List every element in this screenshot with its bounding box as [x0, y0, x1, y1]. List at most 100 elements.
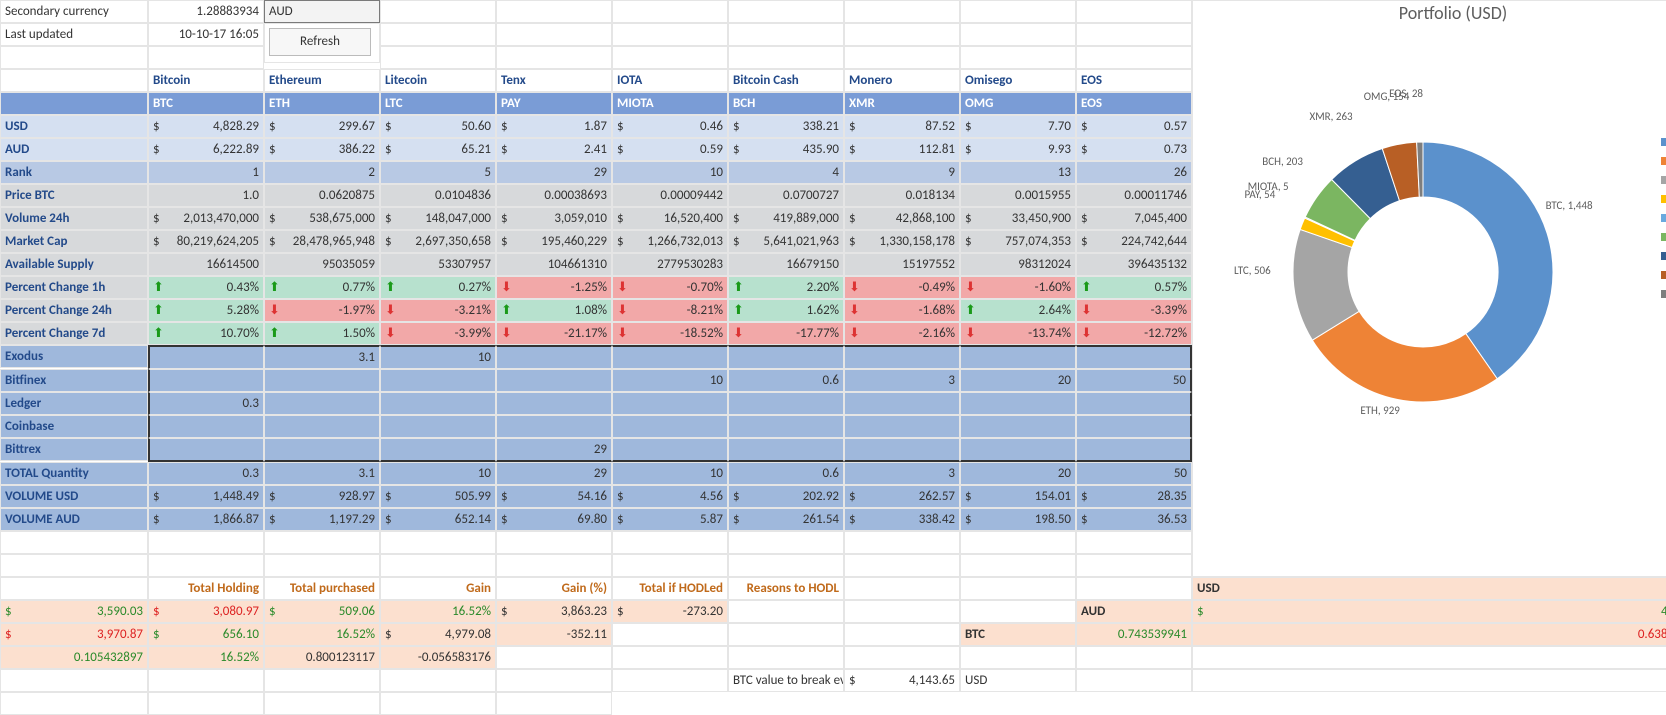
cell-pc24h-BCH[interactable]: ⬆1.62% — [728, 299, 844, 322]
cell-usd-PAY[interactable]: $1.87 — [496, 115, 612, 138]
cell-vol24-OMG[interactable]: $33,450,900 — [960, 207, 1076, 230]
cell-coinbase-MIOTA[interactable] — [612, 415, 728, 438]
cell-mcap-EOS[interactable]: $224,742,644 — [1076, 230, 1192, 253]
cell-aud-LTC[interactable]: $65.21 — [380, 138, 496, 161]
cell-pc1h-ETH[interactable]: ⬆0.77% — [264, 276, 380, 299]
cell-exodus-BCH[interactable] — [728, 345, 844, 369]
cell-supply-XMR[interactable]: 15197552 — [844, 253, 960, 276]
cell-aud-EOS[interactable]: $0.73 — [1076, 138, 1192, 161]
cell-coinbase-BCH[interactable] — [728, 415, 844, 438]
cell-totqty-XMR[interactable]: 3 — [844, 462, 960, 485]
cell-supply-ETH[interactable]: 95035059 — [264, 253, 380, 276]
cell-mcap-LTC[interactable]: $2,697,350,658 — [380, 230, 496, 253]
cell-bitfinex-OMG[interactable]: 20 — [960, 369, 1076, 392]
cell-pc24h-XMR[interactable]: ⬇-1.68% — [844, 299, 960, 322]
cell-vol24-EOS[interactable]: $7,045,400 — [1076, 207, 1192, 230]
cell-usd-OMG[interactable]: $7.70 — [960, 115, 1076, 138]
cell-supply-OMG[interactable]: 98312024 — [960, 253, 1076, 276]
cell-pc1h-BCH[interactable]: ⬆2.20% — [728, 276, 844, 299]
cell-ledger-ETH[interactable] — [264, 392, 380, 415]
cell-pc7d-BCH[interactable]: ⬇-17.77% — [728, 322, 844, 345]
cell-price_btc-PAY[interactable]: 0.00038693 — [496, 184, 612, 207]
cell-coinbase-EOS[interactable] — [1076, 415, 1192, 438]
cell-volaud-XMR[interactable]: $338.42 — [844, 508, 960, 531]
cell-pc1h-BTC[interactable]: ⬆0.43% — [148, 276, 264, 299]
cell-volusd-BTC[interactable]: $1,448.49 — [148, 485, 264, 508]
cell-price_btc-OMG[interactable]: 0.0015955 — [960, 184, 1076, 207]
cell-pc24h-PAY[interactable]: ⬆1.08% — [496, 299, 612, 322]
secondary-currency-value[interactable]: 1.28883934 — [148, 0, 264, 23]
cell-bittrex-OMG[interactable] — [960, 438, 1076, 462]
cell-vol24-BTC[interactable]: $2,013,470,000 — [148, 207, 264, 230]
cell-bittrex-ETH[interactable] — [264, 438, 380, 462]
cell-pc24h-BTC[interactable]: ⬆5.28% — [148, 299, 264, 322]
cell-aud-BCH[interactable]: $435.90 — [728, 138, 844, 161]
cell-bitfinex-ETH[interactable] — [264, 369, 380, 392]
cell-vol24-LTC[interactable]: $148,047,000 — [380, 207, 496, 230]
cell-bittrex-XMR[interactable] — [844, 438, 960, 462]
cell-pc7d-LTC[interactable]: ⬇-3.99% — [380, 322, 496, 345]
cell-volusd-EOS[interactable]: $28.35 — [1076, 485, 1192, 508]
cell-coinbase-XMR[interactable] — [844, 415, 960, 438]
cell-pc1h-MIOTA[interactable]: ⬇-0.70% — [612, 276, 728, 299]
cell-mcap-MIOTA[interactable]: $1,266,732,013 — [612, 230, 728, 253]
cell-coinbase-LTC[interactable] — [380, 415, 496, 438]
cell-volaud-OMG[interactable]: $198.50 — [960, 508, 1076, 531]
cell-pc1h-XMR[interactable]: ⬇-0.49% — [844, 276, 960, 299]
cell-coinbase-OMG[interactable] — [960, 415, 1076, 438]
cell-price_btc-LTC[interactable]: 0.0104836 — [380, 184, 496, 207]
cell-vol24-MIOTA[interactable]: $16,520,400 — [612, 207, 728, 230]
refresh-button[interactable]: Refresh — [269, 28, 371, 56]
cell-mcap-BTC[interactable]: $80,219,624,205 — [148, 230, 264, 253]
cell-volaud-MIOTA[interactable]: $5.87 — [612, 508, 728, 531]
cell-pc7d-XMR[interactable]: ⬇-2.16% — [844, 322, 960, 345]
cell-coinbase-ETH[interactable] — [264, 415, 380, 438]
cell-mcap-ETH[interactable]: $28,478,965,948 — [264, 230, 380, 253]
cell-rank-PAY[interactable]: 29 — [496, 161, 612, 184]
cell-volusd-MIOTA[interactable]: $4.56 — [612, 485, 728, 508]
cell-rank-XMR[interactable]: 9 — [844, 161, 960, 184]
cell-bitfinex-LTC[interactable] — [380, 369, 496, 392]
cell-volusd-PAY[interactable]: $54.16 — [496, 485, 612, 508]
cell-usd-ETH[interactable]: $299.67 — [264, 115, 380, 138]
cell-vol24-ETH[interactable]: $538,675,000 — [264, 207, 380, 230]
cell-totqty-LTC[interactable]: 10 — [380, 462, 496, 485]
cell-pc1h-LTC[interactable]: ⬆0.27% — [380, 276, 496, 299]
cell-supply-EOS[interactable]: 396435132 — [1076, 253, 1192, 276]
cell-mcap-XMR[interactable]: $1,330,158,178 — [844, 230, 960, 253]
cell-bittrex-EOS[interactable] — [1076, 438, 1192, 462]
cell-usd-BCH[interactable]: $338.21 — [728, 115, 844, 138]
cell-bittrex-MIOTA[interactable] — [612, 438, 728, 462]
cell-bitfinex-MIOTA[interactable]: 10 — [612, 369, 728, 392]
cell-price_btc-MIOTA[interactable]: 0.00009442 — [612, 184, 728, 207]
cell-totqty-ETH[interactable]: 3.1 — [264, 462, 380, 485]
cell-pc24h-ETH[interactable]: ⬇-1.97% — [264, 299, 380, 322]
cell-pc7d-MIOTA[interactable]: ⬇-18.52% — [612, 322, 728, 345]
cell-supply-PAY[interactable]: 104661310 — [496, 253, 612, 276]
cell-volaud-EOS[interactable]: $36.53 — [1076, 508, 1192, 531]
cell-price_btc-EOS[interactable]: 0.00011746 — [1076, 184, 1192, 207]
cell-exodus-EOS[interactable] — [1076, 345, 1192, 369]
cell-pc1h-OMG[interactable]: ⬇-1.60% — [960, 276, 1076, 299]
cell-pc7d-PAY[interactable]: ⬇-21.17% — [496, 322, 612, 345]
cell-supply-LTC[interactable]: 53307957 — [380, 253, 496, 276]
cell-totqty-OMG[interactable]: 20 — [960, 462, 1076, 485]
cell-bittrex-LTC[interactable] — [380, 438, 496, 462]
cell-price_btc-BCH[interactable]: 0.0700727 — [728, 184, 844, 207]
cell-ledger-PAY[interactable] — [496, 392, 612, 415]
cell-bitfinex-XMR[interactable]: 3 — [844, 369, 960, 392]
cell-bitfinex-PAY[interactable] — [496, 369, 612, 392]
cell-aud-PAY[interactable]: $2.41 — [496, 138, 612, 161]
cell-volusd-LTC[interactable]: $505.99 — [380, 485, 496, 508]
cell-bitfinex-EOS[interactable]: 50 — [1076, 369, 1192, 392]
cell-usd-EOS[interactable]: $0.57 — [1076, 115, 1192, 138]
cell-bittrex-BCH[interactable] — [728, 438, 844, 462]
cell-pc1h-PAY[interactable]: ⬇-1.25% — [496, 276, 612, 299]
cell-pc7d-ETH[interactable]: ⬆1.50% — [264, 322, 380, 345]
cell-usd-XMR[interactable]: $87.52 — [844, 115, 960, 138]
cell-volusd-XMR[interactable]: $262.57 — [844, 485, 960, 508]
cell-pc24h-EOS[interactable]: ⬇-3.39% — [1076, 299, 1192, 322]
cell-ledger-BTC[interactable]: 0.3 — [148, 392, 264, 415]
cell-ledger-LTC[interactable] — [380, 392, 496, 415]
cell-price_btc-BTC[interactable]: 1.0 — [148, 184, 264, 207]
